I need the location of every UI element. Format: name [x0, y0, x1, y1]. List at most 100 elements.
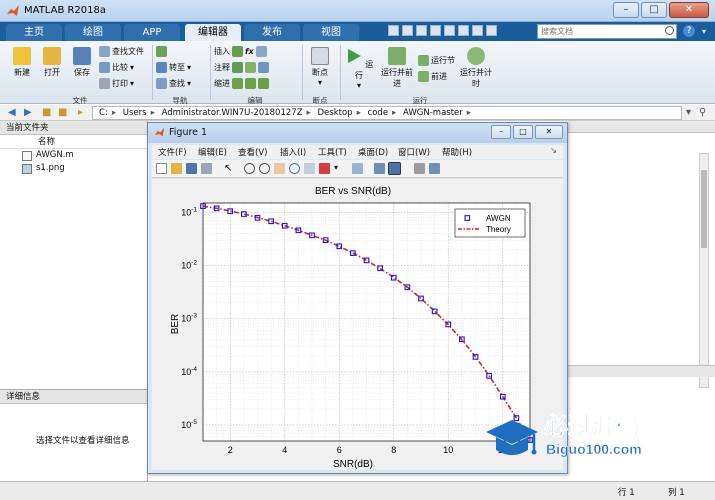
find-button[interactable]: 查找 ▾ — [156, 78, 191, 89]
crumb[interactable]: Desktop — [318, 108, 353, 118]
close-button[interactable]: ✕ — [669, 2, 709, 18]
figure-maximize-button[interactable]: □ — [513, 125, 533, 139]
zoom-out-icon[interactable] — [259, 163, 270, 174]
crumb[interactable]: Administrator.WIN7U-20180127Z — [162, 108, 303, 118]
help-icon[interactable]: ? — [683, 25, 695, 37]
menu-view[interactable]: 查看(V) — [238, 146, 267, 158]
crumb[interactable]: AWGN-master — [403, 108, 463, 118]
comment-button[interactable]: 注释 — [214, 62, 269, 73]
brush-dropdown-icon[interactable]: ▾ — [334, 163, 345, 174]
browse-folder-icon[interactable]: ■ — [58, 107, 67, 118]
breakpoints-button[interactable]: 断点 ▾ — [306, 47, 334, 87]
crumb[interactable]: code — [368, 108, 389, 118]
legend-icon[interactable] — [388, 162, 401, 175]
open-button[interactable]: 打开 — [38, 47, 66, 78]
open-file-icon[interactable] — [171, 163, 182, 174]
data-cursor-icon[interactable] — [304, 163, 315, 174]
list-item[interactable]: s1.png — [0, 162, 147, 175]
run-section-button[interactable]: 运行节 — [418, 55, 455, 66]
insert-button[interactable]: 插入 fx — [214, 46, 267, 57]
pan-icon[interactable] — [274, 163, 285, 174]
maximize-button[interactable]: □ — [641, 2, 667, 18]
indent-button[interactable]: 缩进 — [214, 78, 269, 89]
rotate-icon[interactable] — [289, 163, 300, 174]
ber-chart[interactable]: BER vs SNR(dB) SNR(dB) BER 2 4 6 8 10 12 10-1 1… — [152, 179, 563, 470]
run-advance-button[interactable]: 运行并前进 — [380, 47, 414, 89]
decrease-indent-icon — [258, 78, 269, 89]
name-column-header[interactable]: 名称 — [0, 135, 147, 149]
search-icon[interactable] — [665, 26, 674, 35]
address-dropdown-icon[interactable]: ▾ — [686, 107, 691, 118]
print-figure-icon[interactable] — [201, 163, 212, 174]
figure-close-button[interactable]: ✕ — [535, 125, 563, 139]
crumb[interactable]: C: — [99, 108, 108, 118]
qat-paste-icon[interactable] — [430, 25, 441, 36]
figure-minimize-button[interactable]: – — [491, 125, 511, 139]
qat-help-icon[interactable] — [486, 25, 497, 36]
menu-dock-icon[interactable]: ↘ — [550, 146, 557, 156]
wrap-icon — [258, 62, 269, 73]
save-figure-icon[interactable] — [186, 163, 197, 174]
menu-window[interactable]: 窗口(W) — [398, 146, 430, 158]
breadcrumb[interactable]: C: ▸ Users ▸ Administrator.WIN7U-20180127Z… — [92, 106, 682, 120]
qat-undo-icon[interactable] — [444, 25, 455, 36]
list-item[interactable]: AWGN.m — [0, 149, 147, 162]
qat-copy-icon[interactable] — [416, 25, 427, 36]
menu-file[interactable]: 文件(F) — [158, 146, 187, 158]
legend-label: Theory — [486, 225, 511, 234]
up-folder-icon[interactable]: ■ — [42, 107, 51, 118]
tab-editor[interactable]: 编辑器 — [185, 24, 241, 41]
figure-title-bar[interactable]: Figure 1 – □ ✕ — [148, 123, 567, 143]
current-folder-panel: 当前文件夹 名称 AWGN.m s1.png — [0, 121, 148, 389]
goto-button[interactable]: 转至 ▾ — [156, 62, 191, 73]
tab-plots[interactable]: 绘图 — [65, 24, 121, 41]
qat-cut-icon[interactable] — [402, 25, 413, 36]
qat-redo-icon[interactable] — [458, 25, 469, 36]
menu-tools[interactable]: 工具(T) — [318, 146, 347, 158]
menu-edit[interactable]: 编辑(E) — [198, 146, 227, 158]
menu-insert[interactable]: 插入(I) — [280, 146, 306, 158]
dock-tools-icon[interactable] — [429, 163, 440, 174]
tab-apps[interactable]: APP — [124, 24, 180, 41]
qat-switch-icon[interactable] — [472, 25, 483, 36]
root-folder-icon[interactable]: ▸ — [78, 107, 83, 118]
menu-help[interactable]: 帮助(H) — [442, 146, 472, 158]
run-time-button[interactable]: 运行并计时 — [460, 47, 492, 89]
menu-desktop[interactable]: 桌面(D) — [358, 146, 388, 158]
compare-button[interactable]: 比较 ▾ — [99, 62, 134, 73]
pointer-icon[interactable]: ↖ — [224, 163, 235, 174]
tab-view[interactable]: 视图 — [303, 24, 359, 41]
x-tick-label: 12 — [498, 445, 508, 455]
save-button[interactable]: 保存 — [68, 47, 96, 78]
collapse-ribbon-icon[interactable]: ▾ — [702, 27, 706, 36]
brush-icon[interactable] — [319, 163, 330, 174]
crumb[interactable]: Users — [123, 108, 147, 118]
colorbar-icon[interactable] — [374, 163, 385, 174]
scrollbar[interactable] — [699, 153, 709, 388]
cell-icon — [255, 46, 267, 57]
fx-icon[interactable]: fx — [245, 47, 254, 56]
figure-window[interactable]: Figure 1 – □ ✕ 文件(F) 编辑(E) 查看(V) 插入(I) 工… — [147, 122, 568, 474]
address-search-icon[interactable]: ⚲ — [699, 107, 706, 118]
scrollbar-thumb[interactable] — [701, 170, 707, 248]
tab-publish[interactable]: 发布 — [244, 24, 300, 41]
advance-button[interactable]: 前进 — [418, 71, 447, 82]
forward-arrow-icon[interactable]: ▶ — [24, 107, 32, 118]
new-figure-icon[interactable] — [156, 163, 167, 174]
advance-icon — [418, 71, 429, 82]
details-hint: 选择文件以查看详细信息 — [36, 436, 130, 446]
back-arrow-icon[interactable]: ◀ — [8, 107, 16, 118]
minimize-button[interactable]: – — [613, 2, 639, 18]
run-button[interactable]: 运行 ▾ — [344, 47, 374, 90]
tab-home[interactable]: 主页 — [6, 24, 62, 41]
qat-save-icon[interactable] — [388, 25, 399, 36]
zoom-in-icon[interactable] — [244, 163, 255, 174]
new-button[interactable]: 新建 — [8, 47, 36, 78]
find-files-icon — [99, 46, 110, 57]
new-plus-button[interactable] — [156, 46, 167, 57]
link-plot-icon[interactable] — [352, 163, 363, 174]
find-files-button[interactable]: 查找文件 — [99, 46, 144, 57]
print-button[interactable]: 打印 ▾ — [99, 78, 134, 89]
hide-tools-icon[interactable] — [414, 163, 425, 174]
search-input[interactable]: 搜索文档 — [537, 24, 677, 39]
